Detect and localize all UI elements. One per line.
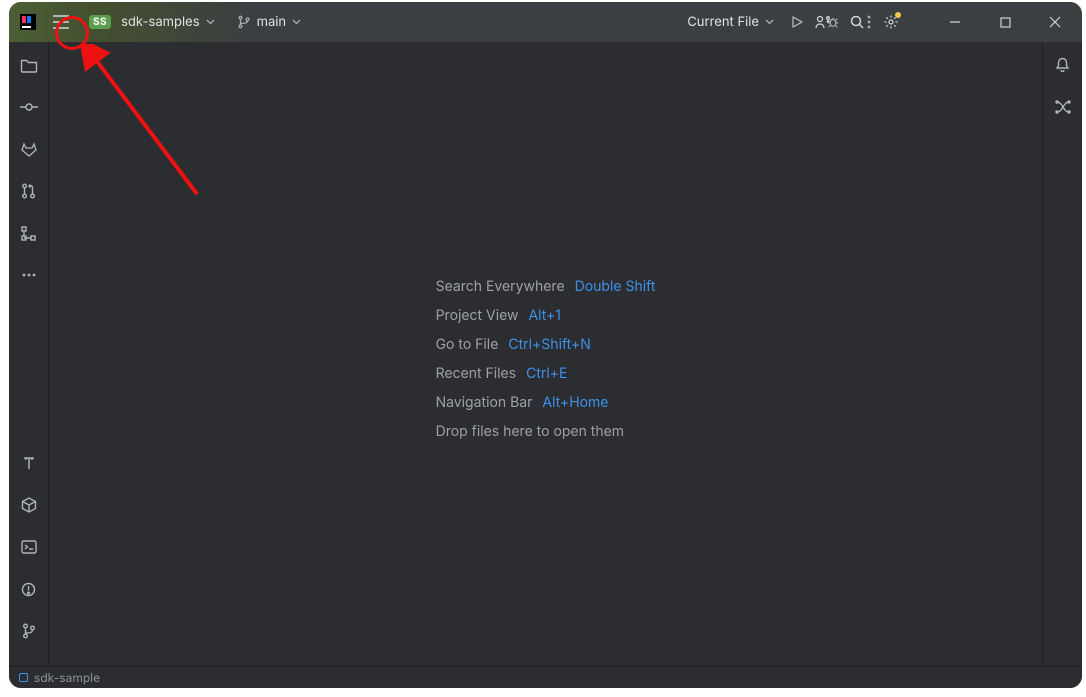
close-button[interactable] — [1034, 2, 1076, 42]
ide-window: SS sdk-samples main Current File — [9, 2, 1082, 688]
commit-tool-button[interactable] — [16, 94, 42, 120]
status-bar: sdk-sample — [9, 666, 1082, 688]
branch-icon — [22, 623, 36, 639]
text-tool-button[interactable] — [16, 450, 42, 476]
notifications-tool-button[interactable] — [1050, 52, 1076, 78]
problems-tool-button[interactable] — [16, 576, 42, 602]
more-tool-button[interactable] — [16, 262, 42, 288]
hint-label: Go to File — [436, 336, 499, 353]
t-icon — [22, 456, 36, 470]
maximize-button[interactable] — [984, 2, 1026, 42]
build-tool-button[interactable] — [16, 492, 42, 518]
terminal-tool-button[interactable] — [16, 534, 42, 560]
hint-shortcut[interactable]: Ctrl+E — [526, 365, 567, 382]
settings-button[interactable] — [878, 9, 904, 35]
hint-label: Recent Files — [436, 365, 517, 382]
hint-shortcut[interactable]: Double Shift — [575, 278, 656, 295]
bug-icon — [826, 15, 840, 29]
branch-name: main — [257, 14, 287, 30]
hint-shortcut[interactable]: Ctrl+Shift+N — [508, 336, 590, 353]
left-tool-stripe — [9, 42, 49, 666]
play-icon — [790, 15, 804, 29]
run-config-dropdown[interactable]: Current File — [687, 14, 774, 30]
minimize-button[interactable] — [934, 2, 976, 42]
structure-tool-button[interactable] — [16, 220, 42, 246]
gitlab-icon — [21, 142, 37, 157]
module-indicator-icon[interactable] — [19, 673, 28, 682]
project-name: sdk-samples — [121, 14, 199, 30]
chevron-down-icon — [292, 19, 301, 25]
update-indicator-icon — [895, 12, 901, 18]
title-bar: SS sdk-samples main Current File — [9, 2, 1082, 42]
ai-assistant-icon — [1054, 100, 1072, 114]
run-config-label: Current File — [687, 14, 759, 30]
hint-shortcut[interactable]: Alt+1 — [528, 307, 561, 324]
empty-state-row: Navigation Bar Alt+Home — [436, 394, 656, 411]
status-module-name[interactable]: sdk-sample — [34, 670, 100, 685]
hint-label: Search Everywhere — [436, 278, 565, 295]
bell-icon — [1055, 57, 1070, 73]
git-tool-button[interactable] — [16, 618, 42, 644]
empty-state-row: Go to File Ctrl+Shift+N — [436, 336, 656, 353]
chevron-down-icon — [206, 19, 215, 25]
app-logo-icon — [19, 13, 37, 31]
debug-button[interactable] — [820, 9, 846, 35]
minimize-icon — [949, 16, 961, 28]
maximize-icon — [1000, 17, 1011, 28]
empty-state: Search Everywhere Double Shift Project Vi… — [436, 278, 656, 452]
more-vertical-icon — [867, 15, 871, 29]
main-menu-button[interactable] — [47, 8, 75, 36]
more-horizontal-icon — [22, 273, 36, 277]
project-badge: SS — [89, 15, 111, 29]
folder-icon — [20, 58, 38, 73]
editor-area[interactable]: Search Everywhere Double Shift Project Vi… — [49, 42, 1042, 666]
ide-body: Search Everywhere Double Shift Project Vi… — [9, 42, 1082, 666]
run-button[interactable] — [784, 9, 810, 35]
chevron-down-icon — [765, 19, 774, 25]
pull-requests-tool-button[interactable] — [16, 178, 42, 204]
branch-icon — [237, 15, 251, 29]
branch-dropdown[interactable]: main — [233, 14, 306, 30]
ai-assistant-tool-button[interactable] — [1050, 94, 1076, 120]
project-dropdown[interactable]: sdk-samples — [117, 14, 218, 30]
structure-icon — [21, 226, 36, 241]
empty-state-row: Project View Alt+1 — [436, 307, 656, 324]
empty-state-row: Recent Files Ctrl+E — [436, 365, 656, 382]
project-tool-button[interactable] — [16, 52, 42, 78]
hint-shortcut[interactable]: Alt+Home — [542, 394, 608, 411]
run-widget: Current File — [687, 2, 882, 42]
build-icon — [21, 497, 37, 513]
terminal-icon — [21, 540, 37, 554]
title-bar-left: SS sdk-samples main — [9, 2, 305, 42]
empty-state-row: Search Everywhere Double Shift — [436, 278, 656, 295]
commit-icon — [20, 102, 38, 112]
right-tool-stripe — [1042, 42, 1082, 666]
hint-label: Project View — [436, 307, 519, 324]
gitlab-tool-button[interactable] — [16, 136, 42, 162]
drop-hint: Drop files here to open them — [436, 423, 656, 440]
pull-request-icon — [21, 183, 36, 199]
hint-label: Navigation Bar — [436, 394, 533, 411]
close-icon — [1049, 16, 1061, 28]
warning-icon — [21, 582, 36, 597]
